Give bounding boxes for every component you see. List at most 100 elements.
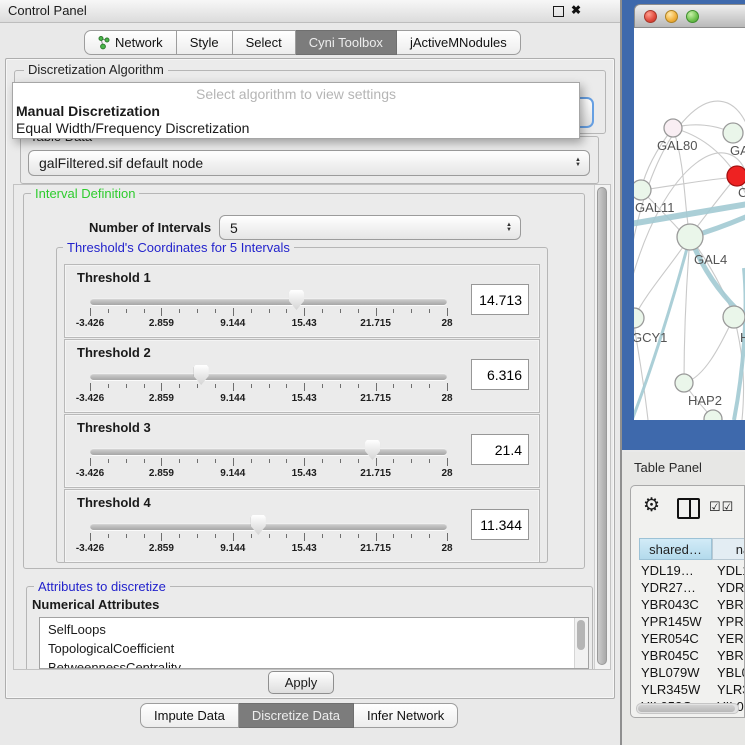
- column-header-shared-name[interactable]: shared…: [639, 538, 712, 560]
- number-of-intervals-combo[interactable]: 5 ▲▼: [219, 215, 521, 240]
- slider-tick-labels: -3.4262.8599.14415.4321.71528: [90, 318, 447, 330]
- gear-icon[interactable]: ⚙: [643, 494, 660, 517]
- cell-shared-name[interactable]: YPR145W: [641, 613, 713, 630]
- popup-item-equal-width-frequency[interactable]: Equal Width/Frequency Discretization: [16, 120, 249, 136]
- tab-impute-data[interactable]: Impute Data: [140, 703, 239, 728]
- threshold-value-field[interactable]: [471, 434, 529, 465]
- attribute-item-selfloops[interactable]: SelfLoops: [48, 620, 588, 639]
- threshold-slider[interactable]: -3.4262.8599.14415.4321.71528: [90, 510, 447, 558]
- tab-style[interactable]: Style: [177, 30, 233, 55]
- cell-name[interactable]: YPR1: [717, 613, 745, 630]
- tab-discretize-data[interactable]: Discretize Data: [239, 703, 354, 728]
- top-right-node[interactable]: [723, 123, 743, 143]
- tab-cyni-toolbox[interactable]: Cyni Toolbox: [296, 30, 397, 55]
- gcy1-node[interactable]: [634, 308, 644, 328]
- cell-shared-name[interactable]: YBL079W: [641, 664, 713, 681]
- mac-close-icon[interactable]: [644, 10, 657, 23]
- table-row[interactable]: YBL079WYBL0: [631, 664, 744, 681]
- scrollbar-thumb[interactable]: [577, 620, 585, 650]
- slider-ticks: [90, 308, 447, 317]
- mac-zoom-icon[interactable]: [686, 10, 699, 23]
- cell-name[interactable]: YDL1: [717, 562, 745, 579]
- slider-track[interactable]: [90, 373, 447, 380]
- threshold-slider[interactable]: -3.4262.8599.14415.4321.71528: [90, 285, 447, 333]
- threshold-value-field[interactable]: [471, 509, 529, 540]
- number-of-intervals-label: Number of Intervals: [89, 220, 211, 235]
- table-panel-body: ⚙ ☑☑ shared… na YDL19…YDL1YDR27…YDR2YBR0…: [630, 485, 745, 718]
- threshold-value-field[interactable]: [471, 359, 529, 390]
- scrollbar-thumb[interactable]: [597, 187, 607, 665]
- slider-track[interactable]: [90, 523, 447, 530]
- popup-item-manual-discretization[interactable]: Manual Discretization: [16, 103, 160, 119]
- vertical-scrollbar[interactable]: [594, 185, 610, 669]
- slider-track[interactable]: [90, 298, 447, 305]
- table-row[interactable]: YER054CYER0: [631, 630, 744, 647]
- scrollbar-thumb[interactable]: [638, 705, 735, 712]
- table-data-combo[interactable]: galFiltered.sif default node ▲▼: [28, 150, 590, 176]
- gcy1-node-label: GCY1: [634, 330, 667, 345]
- cell-shared-name[interactable]: YDR27…: [641, 579, 713, 596]
- network-window-titlebar[interactable]: [634, 4, 745, 28]
- number-of-intervals-value: 5: [230, 220, 238, 236]
- table-row[interactable]: YBR043CYBR0: [631, 596, 744, 613]
- cell-name[interactable]: YBL0: [717, 664, 745, 681]
- cell-shared-name[interactable]: YER054C: [641, 630, 713, 647]
- cell-name[interactable]: YLR3: [717, 681, 745, 698]
- column-header-name[interactable]: na: [712, 538, 745, 560]
- slider-ticks: [90, 533, 447, 542]
- apply-button[interactable]: Apply: [268, 671, 334, 694]
- float-window-icon[interactable]: [553, 6, 564, 17]
- tab-network[interactable]: Network: [84, 30, 177, 55]
- network-canvas[interactable]: GAL80GACGAL11GAL4GCY1HHAP2: [634, 28, 745, 420]
- top-right-node-label: GA: [730, 143, 745, 158]
- slider-thumb[interactable]: [194, 365, 209, 385]
- combo-spinner-icon: ▲▼: [575, 158, 581, 168]
- cell-shared-name[interactable]: YBR045C: [641, 647, 713, 664]
- hap2-node-label: HAP2: [688, 393, 722, 408]
- slider-thumb[interactable]: [365, 440, 380, 460]
- network-graph: GAL80GACGAL11GAL4GCY1HHAP2: [634, 28, 745, 420]
- table-row[interactable]: YDR27…YDR2: [631, 579, 744, 596]
- threshold-label: Threshold 4: [77, 495, 151, 510]
- tab-select[interactable]: Select: [233, 30, 296, 55]
- cell-name[interactable]: YDR2: [717, 579, 745, 596]
- gal4-node[interactable]: [677, 224, 703, 250]
- horizontal-scrollbar[interactable]: [636, 703, 739, 714]
- cell-shared-name[interactable]: YBR043C: [641, 596, 713, 613]
- h-node[interactable]: [723, 306, 745, 328]
- table-row[interactable]: YDL19…YDL1: [631, 562, 744, 579]
- split-table-icon[interactable]: [677, 498, 700, 519]
- cell-shared-name[interactable]: YLR345W: [641, 681, 713, 698]
- close-icon[interactable]: ✖: [571, 3, 581, 17]
- threshold-label: Threshold 2: [77, 345, 151, 360]
- tab-infer-network[interactable]: Infer Network: [354, 703, 458, 728]
- red-node[interactable]: [727, 166, 745, 186]
- threshold-value-field[interactable]: [471, 284, 529, 315]
- cell-shared-name[interactable]: YDL19…: [641, 562, 713, 579]
- tab-label: Style: [190, 30, 219, 55]
- tab-jactivemnodules[interactable]: jActiveMNodules: [397, 30, 521, 55]
- threshold-slider[interactable]: -3.4262.8599.14415.4321.71528: [90, 360, 447, 408]
- cell-name[interactable]: YER0: [717, 630, 745, 647]
- threshold-slider[interactable]: -3.4262.8599.14415.4321.71528: [90, 435, 447, 483]
- list-vertical-scrollbar[interactable]: [574, 618, 588, 668]
- network-view-window: GAL80GACGAL11GAL4GCY1HHAP2: [622, 0, 745, 450]
- attribute-item-topologicalcoefficient[interactable]: TopologicalCoefficient: [48, 639, 588, 658]
- gal11-node[interactable]: [634, 180, 651, 200]
- hap2-node[interactable]: [675, 374, 693, 392]
- table-row[interactable]: YPR145WYPR1: [631, 613, 744, 630]
- slider-thumb[interactable]: [251, 515, 266, 535]
- table-row[interactable]: YLR345WYLR3: [631, 681, 744, 698]
- mac-minimize-icon[interactable]: [665, 10, 678, 23]
- table-row[interactable]: YBR045CYBR0: [631, 647, 744, 664]
- attribute-item-betweennesscentrality[interactable]: BetweennessCentrality: [48, 658, 588, 669]
- cell-name[interactable]: YBR0: [717, 647, 745, 664]
- slider-thumb[interactable]: [289, 290, 304, 310]
- gal80-node[interactable]: [664, 119, 682, 137]
- checkbox-icons[interactable]: ☑☑: [709, 499, 734, 515]
- slider-track[interactable]: [90, 448, 447, 455]
- threshold-panel-1: Threshold 1-3.4262.8599.14415.4321.71528: [64, 264, 540, 338]
- cell-name[interactable]: YBR0: [717, 596, 745, 613]
- slider-tick-labels: -3.4262.8599.14415.4321.71528: [90, 543, 447, 555]
- control-panel-titlebar: Control Panel ✖: [0, 0, 620, 23]
